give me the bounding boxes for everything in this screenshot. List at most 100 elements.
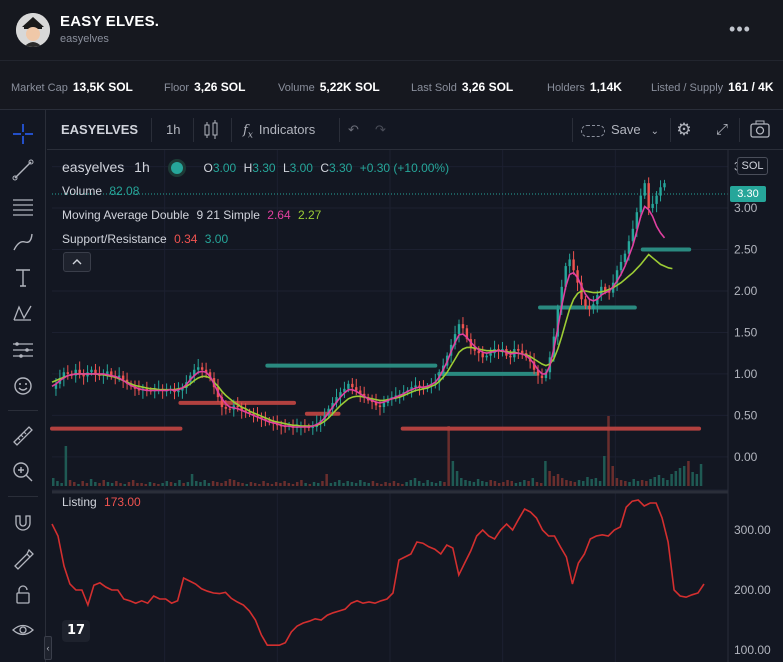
volume-bar (451, 461, 455, 486)
candle-body (572, 259, 575, 271)
volume-bar (426, 480, 429, 486)
ma-label: Moving Average Double (62, 208, 190, 222)
volume-bar (312, 482, 316, 486)
legend-volume-row[interactable]: Volume 82.08 (62, 184, 139, 198)
volume-bar (401, 484, 404, 486)
volume-bar (565, 480, 568, 486)
currency-label[interactable]: SOL (737, 157, 768, 175)
tradingview-logo[interactable]: 17 (62, 620, 90, 642)
volume-bar (481, 481, 484, 486)
volume-bar (455, 471, 459, 486)
volume-bar (560, 478, 564, 486)
legend-symbol[interactable]: easyelves (62, 159, 124, 175)
volume-bar (464, 480, 467, 486)
volume-bar (413, 478, 417, 486)
volume-bar (497, 483, 501, 486)
volume-bar (190, 474, 194, 486)
candle-body (461, 324, 465, 329)
volume-bar (165, 481, 169, 486)
volume-bar (632, 479, 635, 486)
last-price-badge: 3.30 (730, 186, 766, 202)
candle-body (540, 375, 544, 379)
volume-bar (283, 481, 286, 486)
volume-bar (56, 481, 59, 486)
volume-bar (422, 483, 425, 486)
collapse-toolbar-button[interactable]: ‹ (44, 636, 52, 660)
volume-bar (350, 482, 354, 486)
candle-body (588, 305, 591, 310)
volume-bar (89, 479, 93, 486)
price-tick-label: 2.50 (734, 243, 758, 257)
volume-bar (699, 464, 703, 486)
volume-bar (144, 484, 148, 486)
volume-bar (527, 481, 530, 486)
ma-fast-value: 2.64 (267, 208, 291, 222)
ma-slow-value: 2.27 (297, 208, 322, 222)
volume-bar (178, 480, 181, 486)
volume-bar (262, 481, 265, 486)
legend-low: 3.00 (289, 161, 313, 175)
candle-body (663, 183, 666, 188)
volume-bar (468, 481, 471, 486)
volume-bar (73, 482, 76, 486)
volume-bar (317, 483, 320, 486)
volume-bar (695, 474, 699, 486)
legend-change: +0.30 (+10.00%) (359, 161, 450, 175)
volume-bar (460, 478, 463, 486)
volume-bar (485, 482, 488, 486)
volume-bar (266, 483, 270, 486)
volume-bar (438, 481, 442, 486)
volume-bar (186, 482, 190, 486)
volume-bar (64, 446, 68, 486)
volume-bar (544, 461, 547, 486)
legend-listing-row[interactable]: Listing 173.00 (62, 495, 141, 509)
volume-bar (607, 416, 610, 486)
price-tick-label: 1.50 (734, 325, 758, 339)
candle-body (90, 369, 93, 373)
volume-bar (325, 474, 328, 486)
listing-tick-label: 300.00 (734, 523, 771, 537)
volume-bar (514, 483, 518, 486)
volume-bar (199, 482, 202, 486)
volume-bar (531, 478, 535, 486)
candle-body (623, 253, 627, 262)
candle-body (647, 183, 650, 209)
volume-bar (207, 483, 211, 486)
volume-bar (384, 482, 387, 486)
candle-body (66, 372, 70, 374)
legend-c-label: C (320, 161, 329, 175)
volume-bar (691, 472, 694, 486)
sr-resistance-value: 3.00 (204, 232, 229, 246)
volume-bar (354, 483, 358, 486)
legend-sr-row[interactable]: Support/Resistance 0.34 3.00 (62, 232, 228, 246)
volume-bar (611, 466, 614, 486)
collapse-legend-button[interactable] (63, 252, 91, 272)
volume-bar (169, 482, 173, 486)
volume-bar (249, 482, 253, 486)
volume-bar (594, 478, 598, 486)
volume-bar (674, 471, 678, 486)
volume-bar (619, 480, 623, 486)
volume-bar (640, 480, 644, 486)
legend-open: 3.00 (212, 161, 237, 175)
volume-bar (173, 483, 177, 486)
price-tick-label: 1.00 (734, 367, 758, 381)
volume-bar (52, 478, 55, 486)
volume-bar (274, 482, 278, 486)
volume-bar (304, 483, 307, 486)
volume-bar (224, 481, 227, 486)
candle-body (485, 355, 488, 358)
legend-ma-row[interactable]: Moving Average Double 9 21 Simple 2.64 2… (62, 208, 321, 222)
price-chart[interactable]: 3.503.002.502.001.501.000.500.00 300.002… (0, 0, 783, 662)
legend-h-label: H (243, 161, 253, 175)
listing-value: 173.00 (104, 495, 141, 509)
listing-line (51, 499, 705, 646)
volume-bar (392, 481, 396, 486)
candle-body (347, 383, 350, 389)
volume-bar (279, 483, 282, 486)
volume-bar (405, 482, 408, 486)
candle-body (351, 383, 354, 388)
volume-bar (123, 484, 127, 486)
volume-bar (506, 480, 509, 486)
volume-bar (409, 480, 413, 486)
